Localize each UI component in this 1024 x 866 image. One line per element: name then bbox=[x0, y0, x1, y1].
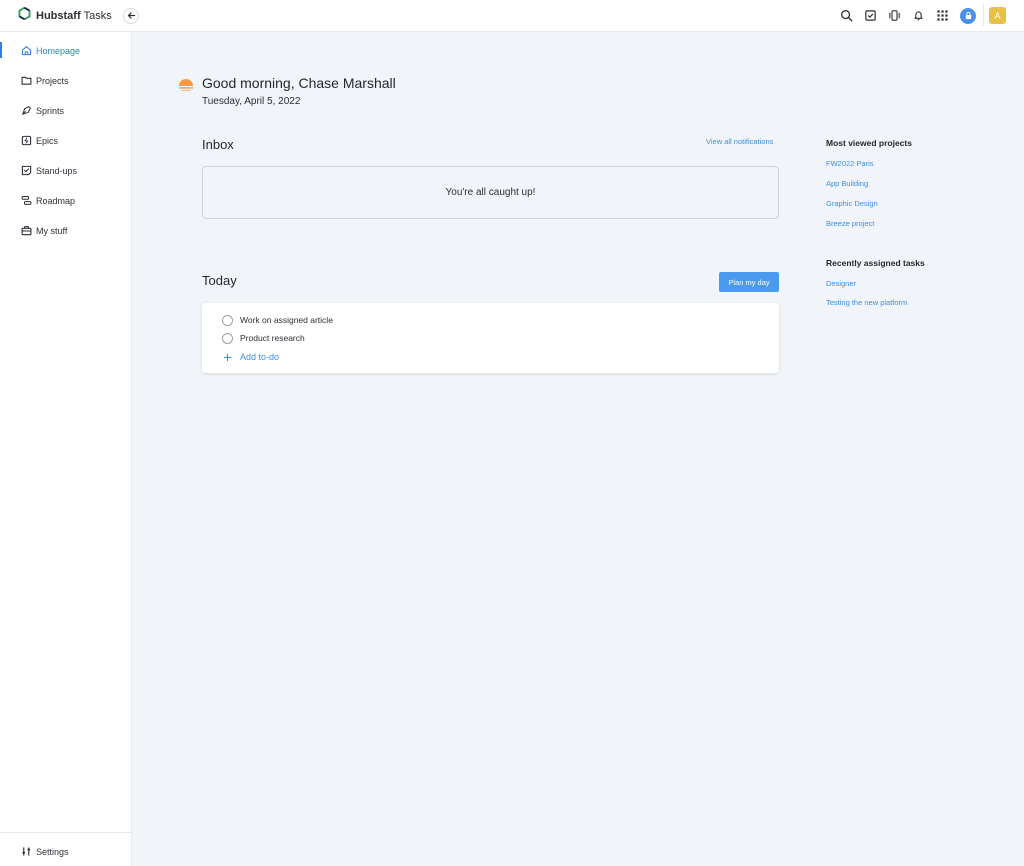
todo-checkbox[interactable] bbox=[222, 314, 233, 326]
sprint-icon bbox=[20, 104, 32, 116]
most-viewed-projects-heading: Most viewed projects bbox=[826, 138, 912, 148]
todo-checkbox[interactable] bbox=[222, 332, 233, 344]
sidebar-item-label: Roadmap bbox=[36, 196, 76, 206]
topbar-divider bbox=[983, 4, 984, 26]
collapse-sidebar-button[interactable] bbox=[123, 8, 139, 24]
search-icon[interactable] bbox=[839, 8, 853, 22]
project-link[interactable]: Breeze project bbox=[826, 219, 874, 228]
main-content: Good morning, Chase Marshall Tuesday, Ap… bbox=[132, 32, 1024, 866]
standup-icon bbox=[20, 164, 32, 176]
folder-icon bbox=[20, 74, 32, 86]
roadmap-icon bbox=[20, 194, 32, 206]
sidebar-item-label: My stuff bbox=[36, 226, 68, 236]
inbox-title: Inbox bbox=[202, 137, 234, 152]
plus-icon bbox=[222, 352, 233, 363]
sidebar-item-stand-ups[interactable]: Stand-ups bbox=[0, 160, 131, 182]
today-title: Today bbox=[202, 273, 237, 288]
settings-sliders-icon bbox=[20, 845, 32, 857]
sidebar: Homepage Projects Sprints Epics Stand-up… bbox=[0, 32, 132, 866]
apps-grid-icon[interactable] bbox=[935, 8, 949, 22]
view-all-notifications-link[interactable]: View all notifications bbox=[706, 137, 773, 146]
arrow-left-icon bbox=[127, 7, 136, 25]
add-todo-button[interactable]: Add to-do bbox=[222, 350, 279, 364]
lock-icon bbox=[964, 7, 973, 25]
recently-assigned-tasks-heading: Recently assigned tasks bbox=[826, 258, 925, 268]
product-name: Tasks bbox=[83, 10, 112, 22]
brand-name: Hubstaff bbox=[36, 10, 81, 22]
plan-my-day-button[interactable]: Plan my day bbox=[719, 272, 779, 292]
inbox-empty-state: You're all caught up! bbox=[202, 166, 779, 219]
project-link[interactable]: Graphic Design bbox=[826, 199, 878, 208]
list-item: Work on assigned article bbox=[222, 313, 333, 327]
today-todo-list: Work on assigned article Product researc… bbox=[202, 303, 779, 373]
sidebar-item-my-stuff[interactable]: My stuff bbox=[0, 220, 131, 242]
avatar[interactable]: A bbox=[989, 7, 1006, 24]
add-todo-label: Add to-do bbox=[240, 352, 280, 362]
briefcase-icon bbox=[20, 224, 32, 236]
sidebar-item-label: Epics bbox=[36, 136, 59, 146]
task-link[interactable]: Testing the new platform bbox=[826, 298, 907, 307]
epic-icon bbox=[20, 134, 32, 146]
list-item: Product research bbox=[222, 331, 305, 345]
sidebar-footer: Settings bbox=[0, 832, 131, 866]
top-bar: Hubstaff Tasks A bbox=[0, 0, 1024, 32]
sidebar-item-homepage[interactable]: Homepage bbox=[0, 40, 131, 62]
task-check-icon[interactable] bbox=[863, 8, 877, 22]
sidebar-item-label: Sprints bbox=[36, 106, 65, 116]
account-lock-button[interactable] bbox=[960, 8, 976, 24]
sidebar-item-label: Settings bbox=[36, 847, 69, 857]
inbox-empty-message: You're all caught up! bbox=[445, 187, 536, 198]
home-icon bbox=[20, 44, 32, 56]
hubstaff-logo-icon bbox=[18, 6, 31, 25]
sidebar-item-sprints[interactable]: Sprints bbox=[0, 100, 131, 122]
task-link[interactable]: Designer bbox=[826, 279, 856, 288]
sidebar-item-label: Stand-ups bbox=[36, 166, 78, 176]
sidebar-item-roadmap[interactable]: Roadmap bbox=[0, 190, 131, 212]
sunrise-icon bbox=[178, 76, 194, 94]
project-link[interactable]: App Building bbox=[826, 179, 868, 188]
timer-icon[interactable] bbox=[887, 8, 901, 22]
greeting-heading: Good morning, Chase Marshall bbox=[202, 75, 396, 91]
sidebar-item-projects[interactable]: Projects bbox=[0, 70, 131, 92]
app-logo[interactable]: Hubstaff Tasks bbox=[18, 6, 112, 25]
project-link[interactable]: FW2022 Paris bbox=[826, 159, 874, 168]
sidebar-item-label: Homepage bbox=[36, 46, 81, 56]
todo-text[interactable]: Work on assigned article bbox=[240, 315, 333, 325]
current-date: Tuesday, April 5, 2022 bbox=[202, 96, 301, 107]
sidebar-item-epics[interactable]: Epics bbox=[0, 130, 131, 152]
bell-icon[interactable] bbox=[911, 8, 925, 22]
sidebar-item-label: Projects bbox=[36, 76, 69, 86]
todo-text[interactable]: Product research bbox=[240, 333, 305, 343]
sidebar-item-settings[interactable]: Settings bbox=[0, 841, 131, 863]
